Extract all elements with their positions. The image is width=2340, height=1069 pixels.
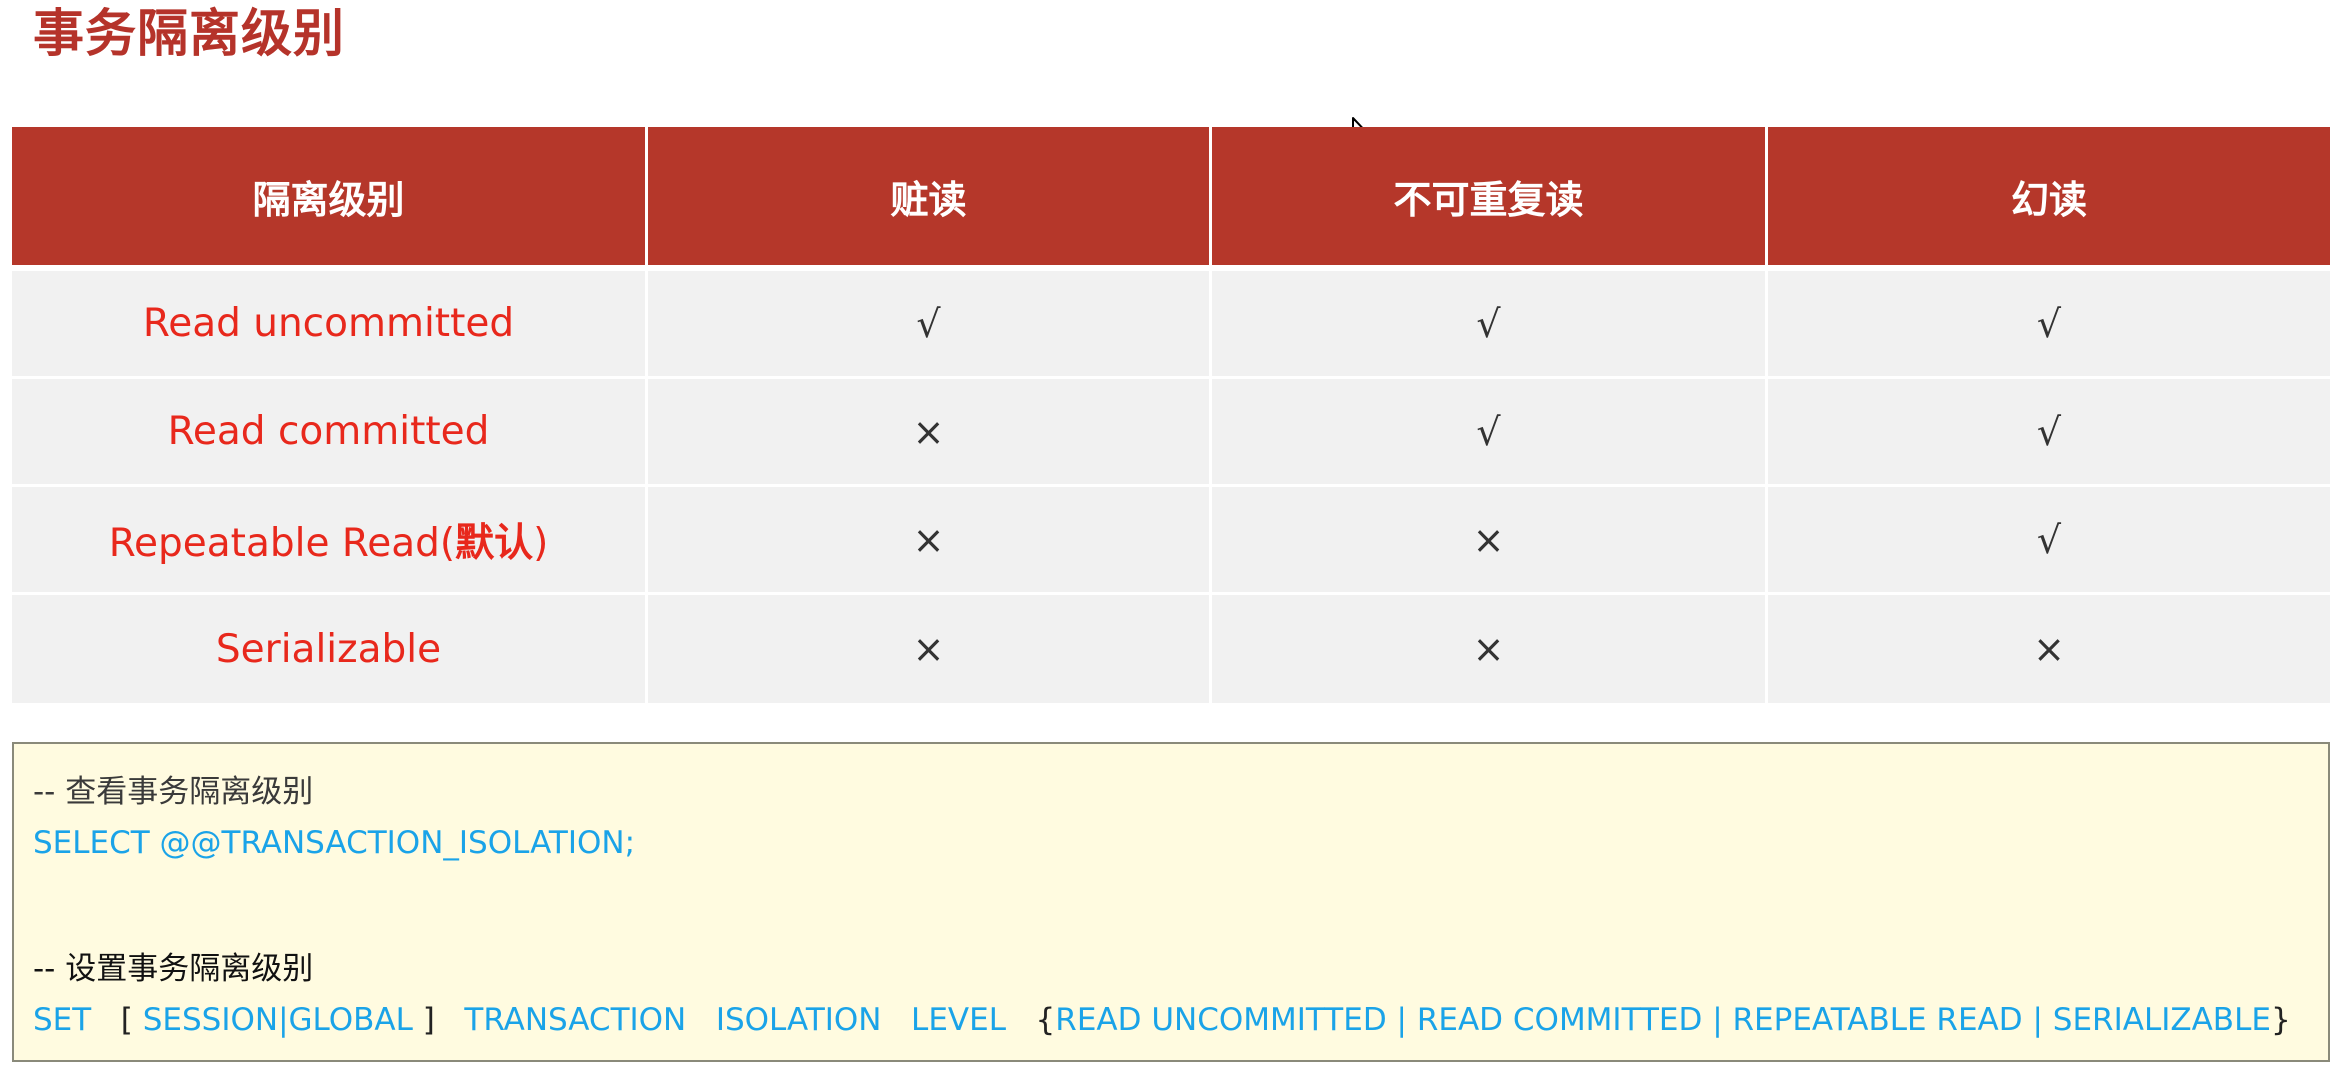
nonrepeatable-read-mark: × [1212, 487, 1768, 595]
kw-set: SET [33, 1002, 92, 1038]
header-nonrepeatable-read: 不可重复读 [1212, 127, 1768, 271]
header-dirty-read: 赃读 [648, 127, 1212, 271]
level-name-default: Repeatable Read(默认) [12, 487, 648, 595]
nonrepeatable-read-mark: √ [1212, 271, 1768, 379]
level-name-text: Repeatable Read( [108, 520, 456, 566]
phantom-read-mark: × [1768, 595, 2330, 703]
nonrepeatable-read-mark: √ [1212, 379, 1768, 487]
header-phantom-read: 幻读 [1768, 127, 2330, 271]
sql-code-block: -- 查看事务隔离级别 SELECT @@TRANSACTION_ISOLATI… [12, 742, 2330, 1062]
nonrepeatable-read-mark: × [1212, 595, 1768, 703]
level-name: Read committed [12, 379, 648, 487]
dirty-read-mark: × [648, 595, 1212, 703]
default-label: 默认 [455, 520, 534, 566]
level-name: Serializable [12, 595, 648, 703]
table-row: Read uncommitted √ √ √ [12, 271, 2330, 379]
isolation-level-table: 隔离级别 赃读 不可重复读 幻读 Read uncommitted √ √ √ … [12, 127, 2330, 703]
level-name-close: ) [533, 520, 549, 566]
table-row: Serializable × × × [12, 595, 2330, 703]
kw-scope: SESSION|GLOBAL [142, 1002, 413, 1038]
brace-open: { [1035, 1002, 1056, 1038]
dirty-read-mark: × [648, 379, 1212, 487]
page-title: 事务隔离级别 [33, 5, 346, 64]
kw-isolation: ISOLATION [715, 1002, 882, 1038]
table-row: Repeatable Read(默认) × × √ [12, 487, 2330, 595]
level-name: Read uncommitted [12, 271, 648, 379]
code-select-statement: SELECT @@TRANSACTION_ISOLATION; [33, 825, 636, 861]
bracket-close: ] [422, 1002, 435, 1038]
kw-level-options: READ UNCOMMITTED | READ COMMITTED | REPE… [1055, 1002, 2271, 1038]
code-comment-view: -- 查看事务隔离级别 [33, 774, 314, 810]
phantom-read-mark: √ [1768, 271, 2330, 379]
code-comment-set: -- 设置事务隔离级别 [33, 951, 314, 987]
table-row: Read committed × √ √ [12, 379, 2330, 487]
phantom-read-mark: √ [1768, 487, 2330, 595]
kw-transaction: TRANSACTION [464, 1002, 687, 1038]
dirty-read-mark: √ [648, 271, 1212, 379]
bracket-open: [ [120, 1002, 133, 1038]
phantom-read-mark: √ [1768, 379, 2330, 487]
code-set-statement: SET [ SESSION|GLOBAL ] TRANSACTION ISOLA… [33, 1002, 2291, 1038]
kw-level: LEVEL [911, 1002, 1006, 1038]
table-header-row: 隔离级别 赃读 不可重复读 幻读 [12, 127, 2330, 271]
brace-close: } [2270, 1002, 2291, 1038]
dirty-read-mark: × [648, 487, 1212, 595]
header-isolation-level: 隔离级别 [12, 127, 648, 271]
